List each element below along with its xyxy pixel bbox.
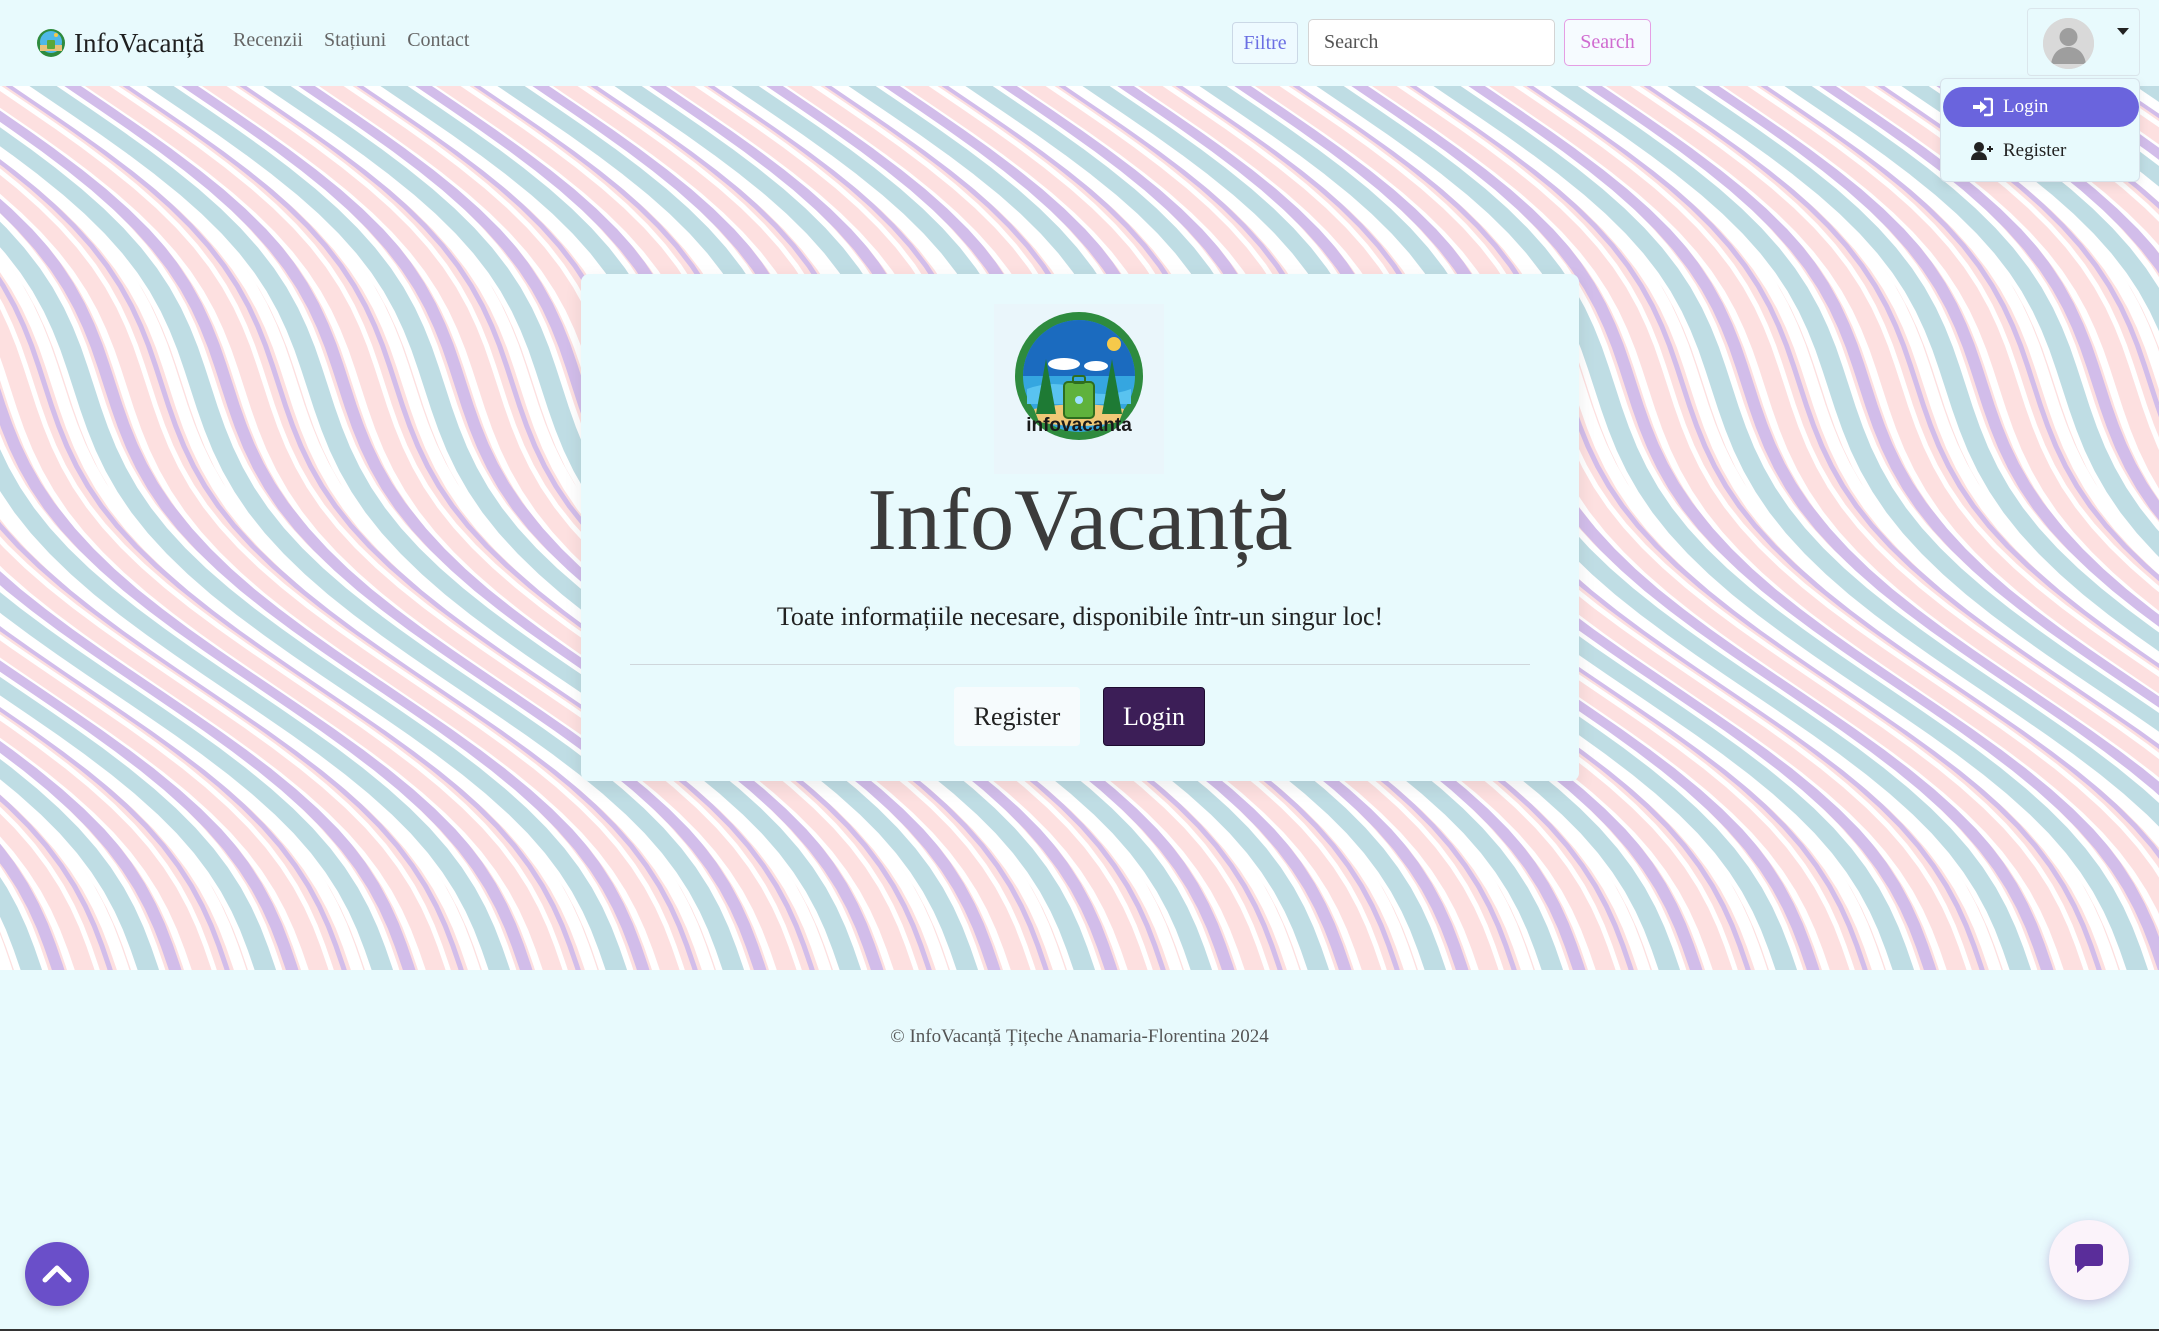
chat-button[interactable] (2049, 1220, 2129, 1300)
logo-wordmark: infovacanta (1026, 415, 1132, 436)
profile-dropdown-menu: Login Register (1940, 78, 2140, 182)
filter-button[interactable]: Filtre (1232, 22, 1298, 64)
dropdown-item-label: Register (2003, 140, 2067, 161)
footer-copyright: © InfoVacanță Țițeche Anamaria-Florentin… (890, 1026, 1269, 1047)
caret-down-icon (2117, 28, 2129, 35)
chat-bubble-icon (2075, 1244, 2103, 1273)
welcome-card: infovacanta InfoVacanță Toate informații… (581, 274, 1579, 781)
sign-in-icon (1973, 97, 1993, 117)
profile-dropdown-toggle[interactable] (2027, 8, 2140, 76)
infovacanta-logo-icon (37, 29, 65, 57)
page-subtitle: Toate informațiile necesare, disponibile… (776, 602, 1384, 631)
dropdown-item-login[interactable]: Login (1943, 87, 2139, 127)
navbar: InfoVacanță Recenzii Stațiuni Contact Fi… (0, 0, 2159, 86)
dropdown-item-register[interactable]: Register (1943, 131, 2139, 171)
register-button[interactable]: Register (954, 687, 1080, 746)
scroll-to-top-button[interactable] (25, 1242, 89, 1306)
chevron-up-icon (42, 1265, 72, 1283)
brand-name: InfoVacanță (74, 27, 205, 58)
divider (630, 664, 1530, 665)
nav-links: Recenzii Stațiuni Contact (233, 29, 469, 52)
login-button[interactable]: Login (1103, 687, 1205, 746)
user-avatar-icon (2043, 18, 2094, 69)
infovacanta-logo-icon (994, 304, 1164, 474)
user-plus-icon (1971, 142, 1993, 160)
nav-link-recenzii[interactable]: Recenzii (233, 29, 303, 52)
nav-link-statiuni[interactable]: Stațiuni (324, 29, 386, 52)
hero-section: infovacanta InfoVacanță Toate informații… (0, 86, 2159, 970)
nav-link-contact[interactable]: Contact (407, 29, 469, 52)
page-title: InfoVacanță (867, 472, 1293, 569)
dropdown-item-label: Login (2003, 96, 2049, 117)
search-input[interactable] (1308, 19, 1555, 66)
search-button[interactable]: Search (1564, 19, 1651, 66)
brand-link[interactable]: InfoVacanță (36, 22, 204, 64)
